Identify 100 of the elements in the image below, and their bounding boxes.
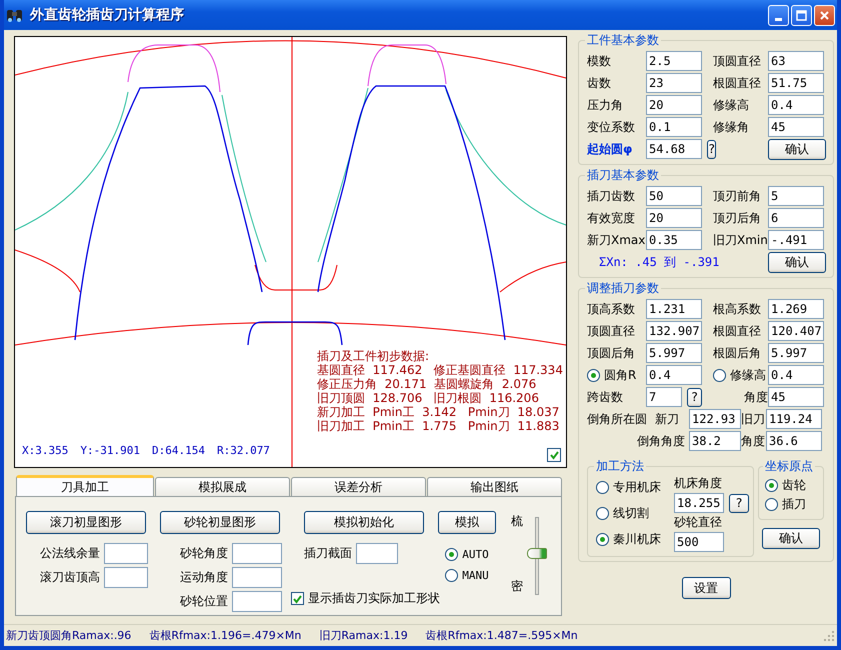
text-field[interactable]: 119.24 bbox=[766, 409, 822, 429]
field-label: 根高系数 bbox=[713, 300, 761, 318]
radio-label: 修缘高 bbox=[730, 366, 766, 384]
text-field[interactable] bbox=[232, 591, 282, 612]
group-title: 插刀基本参数 bbox=[586, 167, 660, 184]
text-field[interactable]: 45 bbox=[768, 387, 824, 407]
text-field[interactable]: 120.407 bbox=[768, 321, 824, 341]
tab[interactable]: 输出图纸 bbox=[427, 477, 562, 496]
maximize-button[interactable] bbox=[791, 4, 812, 26]
text-field[interactable]: 38.2 bbox=[689, 431, 741, 451]
status-text: 齿根Rfmax:1.196=.479×Mn bbox=[149, 628, 302, 643]
text-field[interactable]: 5 bbox=[768, 186, 824, 206]
field-label: 齿数 bbox=[587, 74, 612, 92]
radio-button[interactable] bbox=[587, 368, 600, 382]
confirm-button[interactable]: 确认 bbox=[762, 528, 820, 549]
radio-button[interactable] bbox=[596, 481, 609, 494]
field-label: 根圆后角 bbox=[713, 344, 761, 362]
text-field[interactable]: 23 bbox=[646, 73, 702, 93]
field-label: 新刀Xmax bbox=[587, 232, 646, 248]
tab[interactable]: 模拟展成 bbox=[155, 477, 290, 496]
text-field[interactable]: 6 bbox=[768, 208, 824, 228]
radio-button[interactable] bbox=[765, 498, 778, 511]
text-field[interactable]: 7 bbox=[646, 387, 682, 407]
text-field[interactable]: 20 bbox=[646, 95, 702, 115]
checkbox[interactable] bbox=[547, 448, 561, 462]
text-field[interactable]: 36.6 bbox=[766, 431, 822, 451]
field-label: 滚刀齿顶高 bbox=[40, 569, 100, 586]
field-label: 有效宽度 bbox=[587, 210, 636, 226]
text-field[interactable]: 1.231 bbox=[646, 299, 702, 319]
text-field[interactable]: 1.269 bbox=[768, 299, 824, 319]
confirm-button[interactable]: 确认 bbox=[768, 138, 826, 160]
settings-button[interactable]: 设置 bbox=[682, 577, 730, 599]
confirm-button[interactable]: 确认 bbox=[768, 252, 826, 272]
close-button[interactable] bbox=[814, 4, 835, 26]
field-label: 砂轮角度 bbox=[180, 545, 228, 562]
text-field[interactable]: 45 bbox=[768, 117, 824, 137]
text-field[interactable] bbox=[356, 543, 398, 564]
minimize-button[interactable] bbox=[768, 4, 789, 26]
radio-label: 齿轮 bbox=[782, 477, 806, 494]
text-field[interactable]: 500 bbox=[674, 532, 724, 552]
resize-grip-icon bbox=[823, 630, 835, 642]
command-button[interactable]: 滚刀初显图形 bbox=[26, 511, 146, 534]
close-icon bbox=[818, 8, 831, 22]
info-line: 旧刀加工 Pmin工 1.775 Pmin刀 11.883 bbox=[317, 419, 560, 433]
help-button[interactable]: ? bbox=[687, 388, 702, 406]
coordinate-readout: D:64.154 bbox=[152, 444, 205, 457]
text-field[interactable]: 2.5 bbox=[646, 51, 702, 71]
info-heading: 插刀及工件初步数据: bbox=[317, 349, 430, 363]
field-label: 压力角 bbox=[587, 96, 624, 114]
text-field[interactable]: 122.93 bbox=[689, 409, 741, 429]
info-line: 修正压力角 20.171 基圆螺旋角 2.076 bbox=[317, 377, 538, 391]
slider-thumb[interactable] bbox=[527, 548, 547, 560]
radio-button[interactable] bbox=[596, 533, 609, 546]
text-field[interactable]: 54.68 bbox=[646, 139, 702, 159]
text-field[interactable]: 51.75 bbox=[768, 73, 824, 93]
coordinate-readout: Y:-31.901 bbox=[80, 444, 140, 457]
text-field[interactable]: 0.1 bbox=[646, 117, 702, 137]
tab[interactable]: 刀具加工 bbox=[16, 475, 154, 496]
text-field[interactable]: 132.907 bbox=[646, 321, 702, 341]
command-button[interactable]: 砂轮初显图形 bbox=[160, 511, 280, 534]
text-field[interactable] bbox=[104, 567, 148, 588]
text-field[interactable]: 0.35 bbox=[646, 230, 702, 250]
text-field[interactable]: 0.4 bbox=[646, 365, 702, 385]
text-field[interactable]: 50 bbox=[646, 186, 702, 206]
checkbox[interactable] bbox=[291, 592, 304, 605]
text-field[interactable] bbox=[232, 567, 282, 588]
text-field[interactable]: 20 bbox=[646, 208, 702, 228]
radio-button[interactable] bbox=[713, 368, 726, 382]
text-field[interactable]: 0.4 bbox=[768, 95, 824, 115]
text-field[interactable] bbox=[104, 543, 148, 564]
binoculars-icon bbox=[6, 7, 24, 23]
field-label: 模数 bbox=[587, 52, 612, 70]
coordinate-readout: R:32.077 bbox=[216, 444, 270, 457]
radio-button[interactable] bbox=[596, 507, 609, 520]
radio-button[interactable] bbox=[445, 569, 458, 582]
text-field[interactable]: 18.255 bbox=[674, 493, 724, 513]
group-title: 工件基本参数 bbox=[586, 32, 660, 49]
text-field[interactable] bbox=[232, 543, 282, 564]
info-line: 新刀加工 Pmin工 3.142 Pmin刀 18.037 bbox=[317, 405, 560, 419]
field-label: 砂轮直径 bbox=[674, 514, 723, 531]
slider-label: 梳 bbox=[511, 513, 523, 530]
help-button[interactable]: ? bbox=[707, 140, 716, 158]
tab[interactable]: 误差分析 bbox=[291, 477, 426, 496]
text-field[interactable]: 5.997 bbox=[646, 343, 702, 363]
simulate-button[interactable]: 模拟 bbox=[438, 511, 496, 534]
radio-label: 专用机床 bbox=[613, 479, 661, 496]
field-label: 修缘角 bbox=[713, 118, 749, 136]
text-field[interactable]: 5.997 bbox=[768, 343, 824, 363]
help-button[interactable]: ? bbox=[729, 494, 749, 512]
radio-button[interactable] bbox=[445, 548, 458, 561]
info-line: 基圆直径 117.462 修正基圆直径 117.334 bbox=[317, 363, 563, 377]
field-label: 运动角度 bbox=[180, 569, 228, 586]
command-button[interactable]: 模拟初始化 bbox=[304, 511, 424, 534]
radio-label: 圆角R bbox=[604, 366, 636, 384]
text-field[interactable]: 63 bbox=[768, 51, 824, 71]
radio-button[interactable] bbox=[765, 479, 778, 492]
text-field[interactable]: -.491 bbox=[768, 230, 824, 250]
field-label: 变位系数 bbox=[587, 118, 636, 136]
group-title: 调整插刀参数 bbox=[586, 280, 660, 297]
text-field[interactable]: 0.4 bbox=[768, 365, 824, 385]
